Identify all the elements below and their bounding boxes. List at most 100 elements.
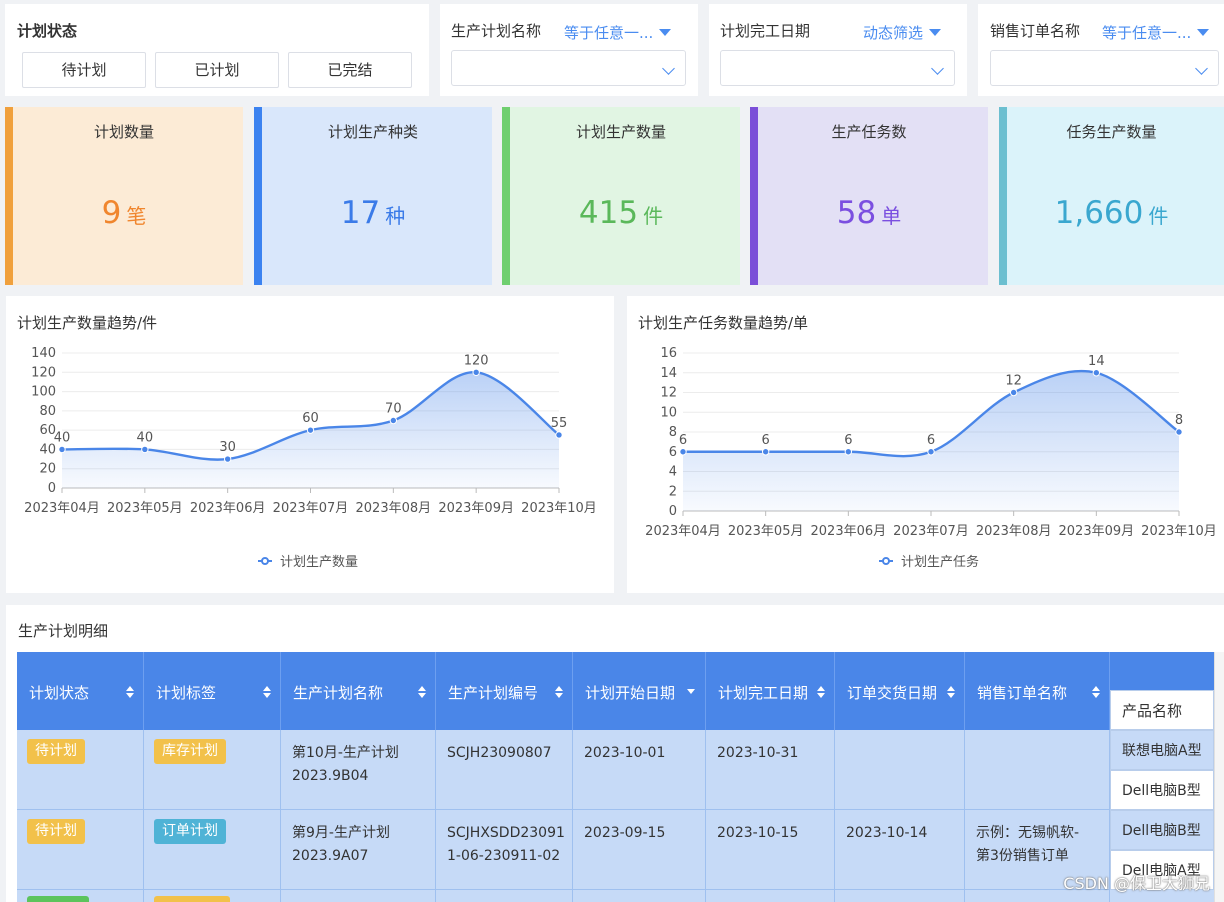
table-cell-plan-name[interactable]: 第9月-生产计划 2023.9A07 [281, 810, 436, 890]
table-cell-plan-name[interactable]: 第10月-生产计划 2023.9B04 [281, 730, 436, 810]
status-filter-title: 计划状态 [17, 22, 78, 40]
sort-desc-icon[interactable] [687, 689, 695, 694]
kpi-value: 9 [101, 195, 122, 231]
column-header-product-group [1110, 652, 1214, 690]
data-label: 40 [54, 430, 71, 445]
column-header-product-name[interactable]: 产品名称 [1110, 690, 1214, 730]
sort-icon[interactable] [263, 686, 271, 698]
table-cell [706, 890, 835, 902]
y-tick-label: 20 [39, 462, 56, 477]
kpi-unit: 件 [643, 204, 664, 228]
plan-name-filter-panel: 生产计划名称 等于任意一... [440, 4, 698, 96]
table-cell-delivery-date: 2023-10-14 [835, 810, 965, 890]
column-header-sales-order[interactable]: 销售订单名称 [965, 652, 1110, 730]
data-label: 8 [1175, 413, 1183, 428]
y-tick-label: 140 [31, 346, 56, 361]
legend-marker-icon [882, 557, 890, 565]
kpi-card-task-quantity: 任务生产数量 1,660 件 [999, 107, 1224, 285]
y-tick-label: 16 [660, 346, 677, 361]
y-tick-label: 12 [660, 386, 677, 401]
column-header-label: 生产计划名称 [293, 684, 384, 702]
finish-date: 2023-10-31 [717, 745, 799, 761]
kpi-unit: 笔 [126, 204, 147, 228]
y-tick-label: 6 [669, 445, 677, 460]
table-cell-tag [144, 890, 281, 902]
sales-order-filter-panel: 销售订单名称 等于任意一... [978, 4, 1224, 96]
y-tick-label: 120 [31, 365, 56, 380]
y-tick-label: 10 [660, 405, 677, 420]
data-point [844, 448, 853, 456]
data-point [555, 431, 563, 439]
plan-code-line: 1-06-230911-02 [447, 848, 561, 864]
kpi-value: 1,660 [1054, 195, 1144, 231]
sort-icon[interactable] [126, 686, 134, 698]
status-option-planned[interactable]: 已计划 [155, 52, 279, 88]
sales-order-select[interactable] [990, 50, 1219, 86]
table-cell-start-date: 2023-09-15 [573, 810, 706, 890]
column-header-label: 生产计划编号 [448, 684, 539, 702]
kpi-unit: 单 [881, 204, 902, 228]
column-header-delivery-date[interactable]: 订单交货日期 [835, 652, 965, 730]
finish-date-filter-operator[interactable]: 动态筛选 [863, 22, 942, 43]
watermark: CSDN @保卫大狮兄 [1063, 874, 1210, 893]
y-tick-label: 4 [669, 465, 677, 480]
x-tick-label: 2023年06月 [190, 501, 266, 516]
data-label: 6 [927, 433, 935, 448]
data-label: 14 [1088, 354, 1105, 369]
finish-date-filter-operator-label: 动态筛选 [863, 24, 924, 42]
legend-marker-icon [261, 557, 269, 565]
chevron-down-icon [1195, 62, 1208, 75]
table-cell-status: 待计划 [17, 810, 144, 890]
status-option-unplanned[interactable]: 待计划 [22, 52, 146, 88]
sort-icon[interactable] [418, 686, 426, 698]
status-option-completed[interactable]: 已完结 [288, 52, 412, 88]
column-header-start-date[interactable]: 计划开始日期 [573, 652, 706, 730]
y-tick-label: 0 [48, 481, 56, 496]
table-cell-status [17, 890, 144, 902]
data-point [472, 368, 480, 376]
data-label: 120 [464, 353, 489, 368]
column-header-finish-date[interactable]: 计划完工日期 [706, 652, 835, 730]
product-name-cell: 联想电脑A型 [1110, 730, 1214, 770]
delivery-date: 2023-10-14 [846, 825, 928, 841]
column-header-plan-name[interactable]: 生产计划名称 [281, 652, 436, 730]
data-point [927, 448, 935, 456]
sort-icon[interactable] [555, 686, 563, 698]
product-name: 联想电脑A型 [1122, 743, 1202, 759]
column-header-label: 计划状态 [29, 684, 90, 702]
kpi-label: 任务生产数量 [1066, 123, 1157, 141]
kpi-card-product-types: 计划生产种类 17 种 [254, 107, 492, 285]
caret-down-icon [659, 29, 672, 36]
finish-date-select[interactable] [720, 50, 955, 86]
kpi-value: 415 [578, 195, 639, 231]
data-label: 30 [219, 440, 236, 455]
kpi-label: 计划生产数量 [575, 123, 666, 141]
caret-down-icon [929, 29, 942, 36]
sort-icon[interactable] [947, 686, 955, 698]
table-cell [281, 890, 436, 902]
sort-icon[interactable] [1092, 686, 1100, 698]
product-name: Dell电脑B型 [1122, 783, 1201, 799]
status-filter-panel: 计划状态 待计划 已计划 已完结 [5, 4, 429, 96]
sort-icon[interactable] [817, 686, 825, 698]
sales-order-filter-operator[interactable]: 等于任意一... [1102, 22, 1210, 43]
data-point [1175, 428, 1183, 436]
plan-name-filter-operator[interactable]: 等于任意一... [564, 22, 672, 43]
product-name: Dell电脑B型 [1122, 823, 1201, 839]
column-header-plan-code[interactable]: 生产计划编号 [436, 652, 573, 730]
table-scrollbar[interactable] [1214, 652, 1224, 902]
task-count-trend-chart: 02468101214162023年04月 2023年05月 2023年06月 202… [645, 346, 1217, 570]
column-header-tag[interactable]: 计划标签 [144, 652, 281, 730]
column-header-status[interactable]: 计划状态 [17, 652, 144, 730]
table-cell-tag: 订单计划 [144, 810, 281, 890]
kpi-unit: 种 [385, 204, 406, 228]
chart-panel-task-count: 计划生产任务数量趋势/单 0 2 4 6 8 10 12 14 16 2023年04月 2023年0… [627, 296, 1224, 593]
x-tick-label: 2023年04月 [24, 501, 100, 516]
table-cell [835, 890, 965, 902]
plan-name-select[interactable] [451, 50, 686, 86]
kpi-card-plan-quantity: 计划生产数量 415 件 [502, 107, 740, 285]
plan-name-line: 第10月-生产计划 [292, 745, 399, 761]
y-tick-label: 0 [669, 504, 677, 519]
table-cell-sales-order [965, 730, 1110, 810]
x-tick-label: 2023年10月 [1141, 524, 1217, 539]
